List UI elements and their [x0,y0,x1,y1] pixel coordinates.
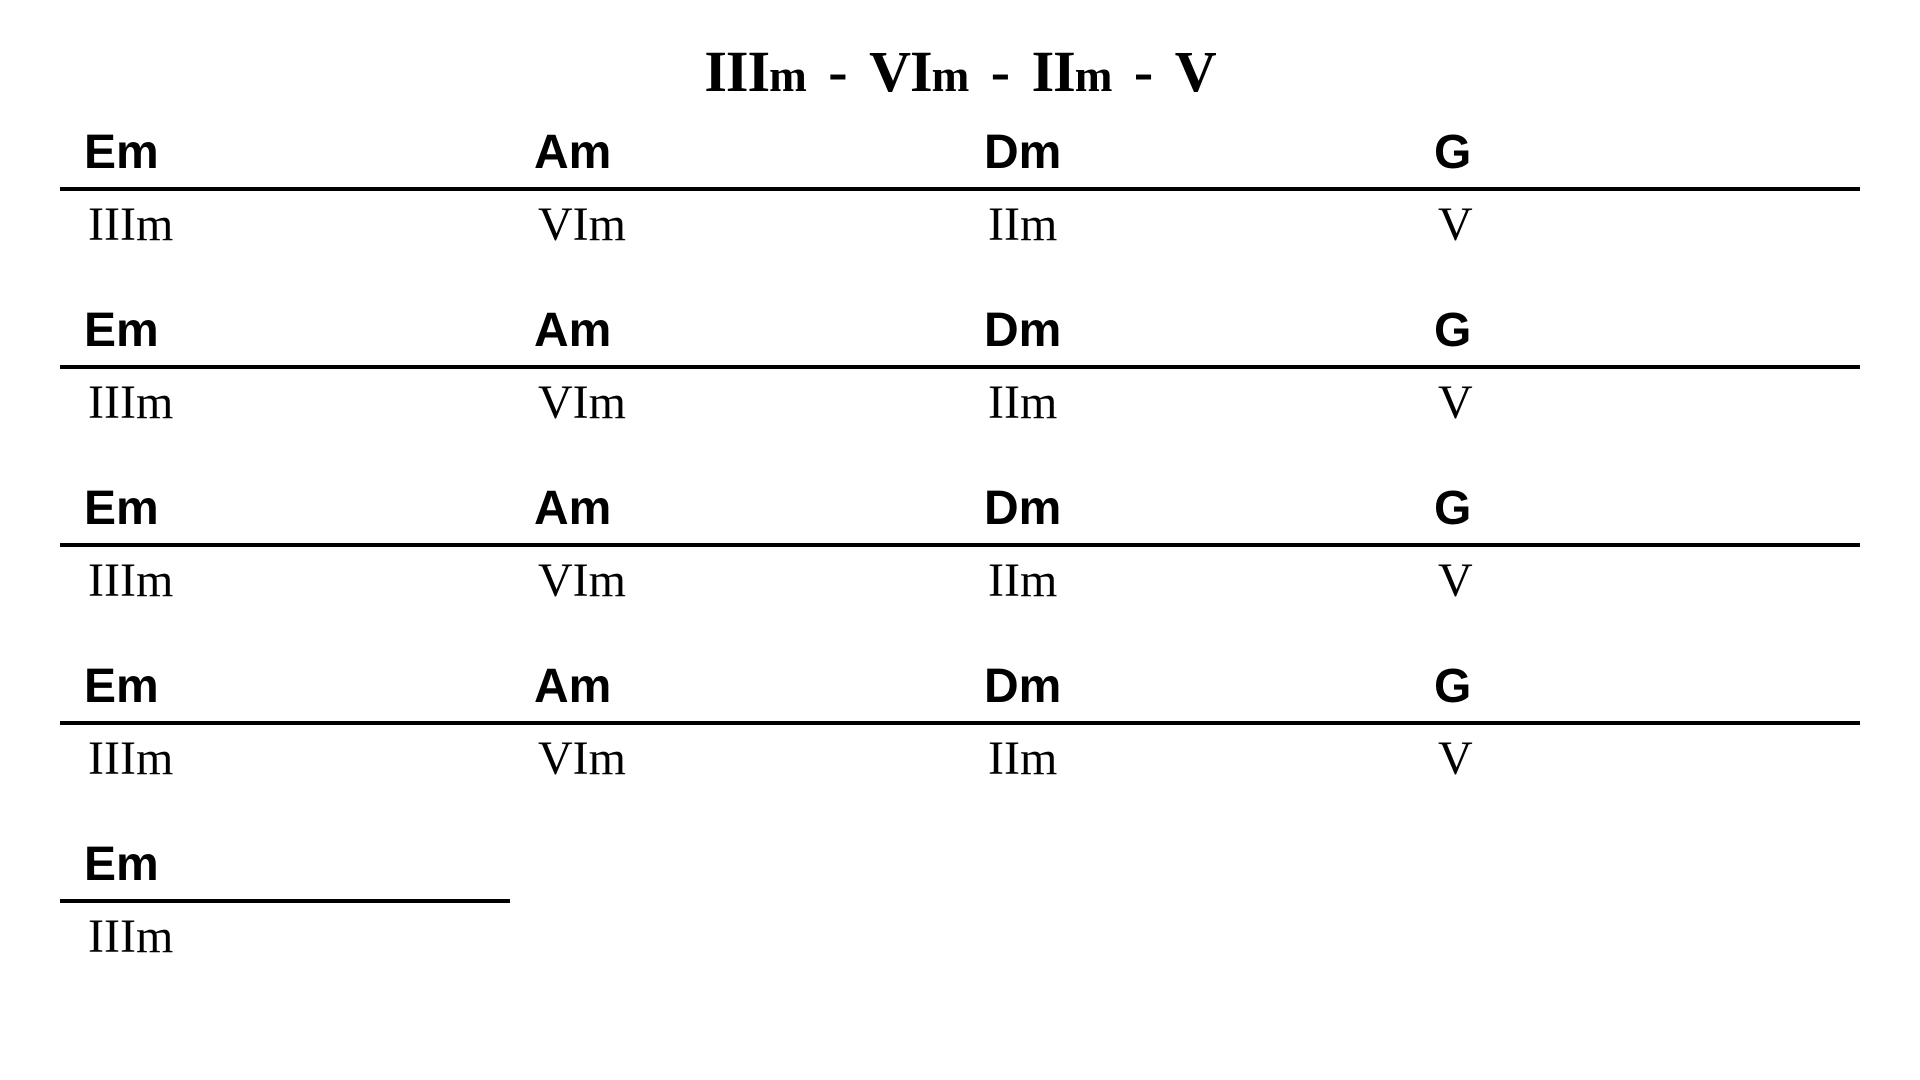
roman-numeral: VIm [510,725,960,789]
roman-numeral: IIm [960,547,1410,611]
chord-label: G [1410,657,1860,721]
title-roman-3: II [1032,39,1075,104]
measure: Em IIIm [60,657,510,789]
measure: Em IIIm [60,301,510,433]
chord-label: Em [60,479,510,543]
measure: Dm IIm [960,657,1410,789]
chord-label: Dm [960,657,1410,721]
page-title: IIIm - VIm - IIm - V [60,38,1860,105]
roman-numeral: IIIm [60,369,510,433]
chord-label: Em [60,301,510,365]
roman-numeral: IIIm [60,191,510,255]
roman-numeral: IIm [960,725,1410,789]
chart-row: Em IIIm [60,835,1860,967]
chord-label: G [1410,301,1860,365]
measure: G V [1410,123,1860,255]
roman-numeral: V [1410,725,1860,789]
measure: Em IIIm [60,123,510,255]
chord-chart: Em IIIm Am VIm Dm IIm G V [60,123,1860,967]
chord-label: G [1410,479,1860,543]
measure: G V [1410,657,1860,789]
measure: G V [1410,479,1860,611]
roman-numeral: V [1410,191,1860,255]
roman-numeral: VIm [510,369,960,433]
measure: G V [1410,301,1860,433]
roman-numeral: V [1410,547,1860,611]
chord-label: Em [60,657,510,721]
roman-numeral: VIm [510,547,960,611]
measure: Am VIm [510,479,960,611]
chord-label: Dm [960,301,1410,365]
title-sep-3: - [1134,39,1154,104]
roman-numeral: IIIm [60,547,510,611]
title-sep-1: - [828,39,848,104]
measure: Am VIm [510,657,960,789]
chord-label: Em [60,123,510,187]
measure: Em IIIm [60,835,510,967]
chord-chart-page: IIIm - VIm - IIm - V Em IIIm Am VIm Dm [0,0,1920,1007]
roman-numeral: V [1410,369,1860,433]
chord-label: G [1410,123,1860,187]
measure: Dm IIm [960,479,1410,611]
title-roman-2: VI [869,39,931,104]
measure: Dm IIm [960,123,1410,255]
chart-row: Em IIIm Am VIm Dm IIm G V [60,657,1860,789]
measure: Am VIm [510,123,960,255]
roman-numeral: IIm [960,191,1410,255]
roman-numeral: IIm [960,369,1410,433]
measure: Dm IIm [960,301,1410,433]
chord-label: Dm [960,479,1410,543]
chord-label: Am [510,123,960,187]
chord-label: Am [510,479,960,543]
roman-numeral: VIm [510,191,960,255]
title-suffix-2: m [932,51,970,101]
roman-numeral: IIIm [60,903,510,967]
title-suffix-1: m [769,51,807,101]
title-suffix-3: m [1075,51,1113,101]
chord-label: Am [510,301,960,365]
title-sep-2: - [991,39,1011,104]
chord-label: Dm [960,123,1410,187]
chart-row: Em IIIm Am VIm Dm IIm G V [60,123,1860,255]
title-roman-1: III [704,39,769,104]
chart-row: Em IIIm Am VIm Dm IIm G V [60,479,1860,611]
title-roman-4: V [1175,39,1216,104]
measure: Em IIIm [60,479,510,611]
measure: Am VIm [510,301,960,433]
chord-label: Em [60,835,510,899]
chart-row: Em IIIm Am VIm Dm IIm G V [60,301,1860,433]
chord-label: Am [510,657,960,721]
roman-numeral: IIIm [60,725,510,789]
